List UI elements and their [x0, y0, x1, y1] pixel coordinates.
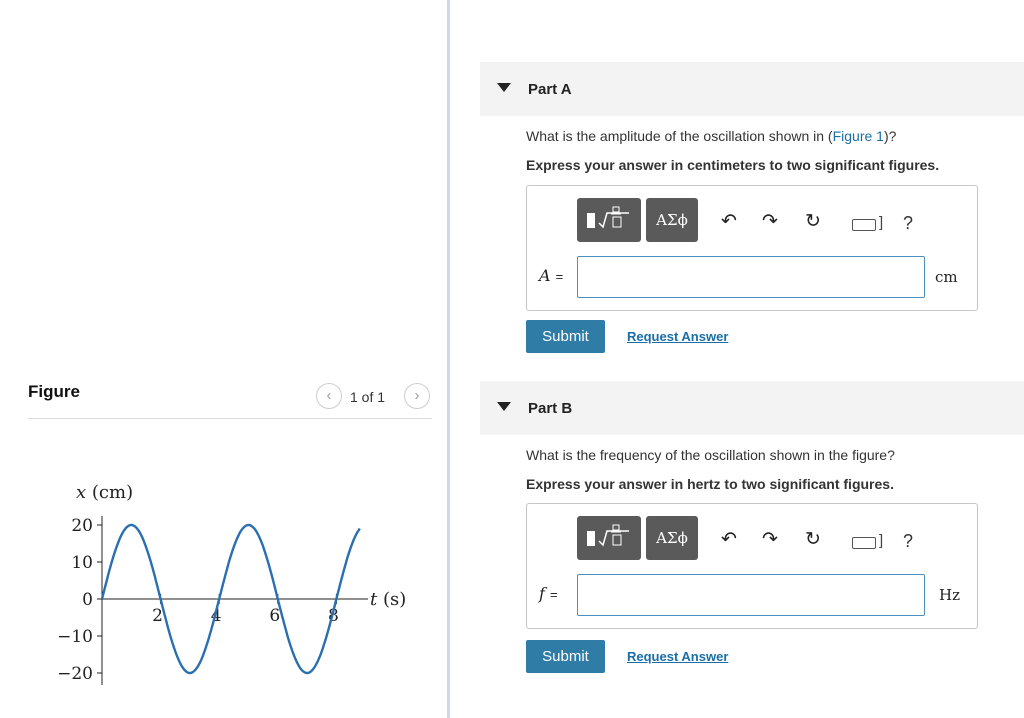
part-a-question-prefix: What is the amplitude of the oscillation… [526, 128, 833, 144]
y-axis-label: x (cm) [76, 482, 133, 503]
part-a-request-answer-link[interactable]: Request Answer [627, 329, 728, 344]
y-tick-label: 0 [82, 590, 93, 610]
part-a-variable-symbol: A [539, 266, 551, 285]
figure-link[interactable]: Figure 1 [833, 128, 884, 144]
part-a-unit: cm [935, 268, 958, 286]
figure-pane: Figure ‹ 1 of 1 › x (cm) 20 10 0 −10 −20 246… [0, 0, 449, 718]
part-b-equals: = [550, 587, 558, 602]
part-a-submit-button[interactable]: Submit [526, 320, 605, 353]
template-icon[interactable] [577, 516, 641, 560]
part-b-variable: f = [539, 584, 558, 603]
keyboard-icon[interactable] [852, 537, 876, 549]
part-a-variable: A = [539, 266, 563, 285]
radical-fraction-icon [587, 206, 629, 229]
keyboard-bracket-icon: ] [879, 214, 884, 231]
greek-symbols-button[interactable]: ΑΣϕ [646, 516, 698, 560]
y-tick-label: −10 [57, 627, 93, 647]
template-icon[interactable] [577, 198, 641, 242]
part-a-answer-input[interactable] [577, 256, 925, 298]
greek-symbols-button[interactable]: ΑΣϕ [646, 198, 698, 242]
figure-header: Figure ‹ 1 of 1 › [28, 375, 432, 419]
help-button[interactable]: ? [903, 531, 913, 552]
part-b-title: Part B [528, 400, 573, 417]
svg-text:x (cm): x (cm) [76, 482, 133, 503]
redo-icon[interactable]: ↷ [762, 212, 778, 232]
figure-pager-text: 1 of 1 [350, 389, 386, 405]
x-tick-label: 6 [269, 606, 280, 626]
y-tick-label: −20 [57, 664, 93, 684]
reset-icon[interactable]: ↻ [805, 212, 821, 232]
part-b: Part B What is the frequency of the osci… [480, 381, 1024, 673]
part-a-header[interactable]: Part A [480, 62, 1024, 116]
x-axis-label: t (s) [370, 589, 406, 610]
keyboard-bracket-icon: ] [879, 532, 884, 549]
chevron-right-icon[interactable]: › [404, 383, 430, 409]
collapse-arrow-icon[interactable] [497, 83, 511, 92]
y-axis-unit: (cm) [92, 482, 133, 503]
part-b-request-answer-link[interactable]: Request Answer [627, 649, 728, 664]
part-a-answer-box: ΑΣϕ ↶ ↷ ↻ ] ? A = cm [526, 185, 978, 311]
part-b-instruction: Express your answer in hertz to two sign… [526, 476, 894, 492]
redo-icon[interactable]: ↷ [762, 530, 778, 550]
keyboard-icon[interactable] [852, 219, 876, 231]
undo-icon[interactable]: ↶ [721, 212, 737, 232]
chevron-left-icon[interactable]: ‹ [316, 383, 342, 409]
figure-title: Figure [28, 382, 80, 401]
pane-divider[interactable] [447, 0, 450, 718]
x-tick-label: 2 [152, 606, 163, 626]
part-b-answer-box: ΑΣϕ ↶ ↷ ↻ ] ? f = Hz [526, 503, 978, 629]
part-b-question: What is the frequency of the oscillation… [526, 447, 895, 463]
part-a-title: Part A [528, 81, 572, 98]
part-a-question-suffix: )? [883, 128, 897, 144]
part-b-variable-symbol: f [539, 584, 545, 603]
collapse-arrow-icon[interactable] [497, 402, 511, 411]
undo-icon[interactable]: ↶ [721, 530, 737, 550]
y-tick-label: 20 [71, 516, 93, 536]
y-tick-label: 10 [71, 553, 93, 573]
svg-text:t (s): t (s) [370, 589, 406, 610]
part-b-submit-button[interactable]: Submit [526, 640, 605, 673]
part-a-instruction: Express your answer in centimeters to tw… [526, 157, 940, 173]
part-a-question: What is the amplitude of the oscillation… [526, 128, 896, 144]
part-b-unit: Hz [939, 586, 960, 604]
part-a: Part A What is the amplitude of the osci… [480, 62, 1024, 353]
help-button[interactable]: ? [903, 213, 913, 234]
radical-fraction-icon [587, 524, 629, 547]
y-ticks: 20 10 0 −10 −20 [57, 516, 102, 684]
part-b-header[interactable]: Part B [480, 381, 1024, 435]
reset-icon[interactable]: ↻ [805, 530, 821, 550]
part-a-equals: = [555, 269, 564, 284]
oscillation-graph: x (cm) 20100−10−20 2468 t (s) [57, 482, 406, 685]
part-b-answer-input[interactable] [577, 574, 925, 616]
